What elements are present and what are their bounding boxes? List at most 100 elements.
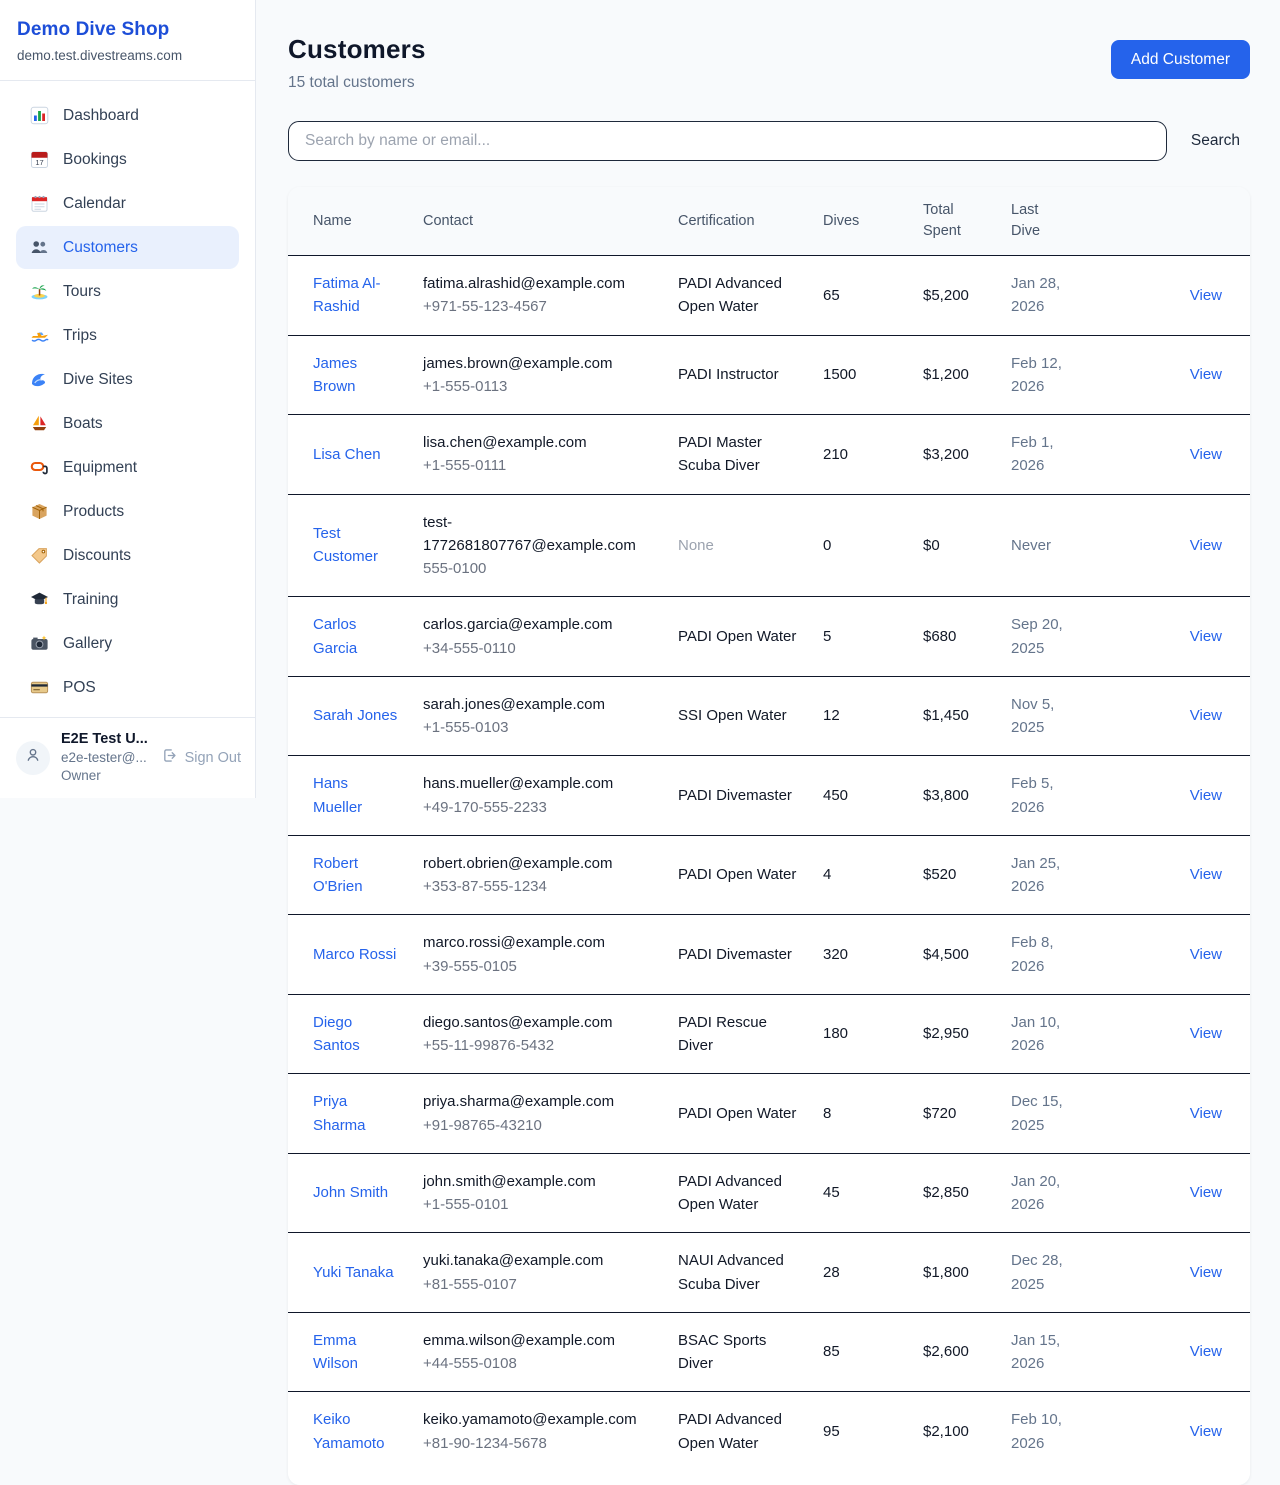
view-link[interactable]: View	[1190, 946, 1222, 963]
customer-total-spent: $1,450	[911, 676, 999, 756]
view-link[interactable]: View	[1190, 1423, 1222, 1440]
customer-certification: PADI Advanced Open Water	[678, 1411, 782, 1451]
customer-name-link[interactable]: John Smith	[313, 1184, 388, 1201]
view-link[interactable]: View	[1190, 1025, 1222, 1042]
customer-certification: PADI Open Water	[678, 1105, 796, 1122]
sidebar-item-products[interactable]: Products	[16, 490, 239, 533]
customer-certification: PADI Rescue Diver	[678, 1014, 767, 1054]
customer-email: priya.sharma@example.com	[423, 1090, 654, 1113]
table-row: Sarah Jones sarah.jones@example.com +1-5…	[288, 676, 1250, 756]
trips-icon	[30, 326, 49, 345]
page-header-text: Customers 15 total customers	[288, 34, 426, 92]
customer-name-link[interactable]: Test Customer	[313, 525, 378, 565]
sign-out-button[interactable]: Sign Out	[161, 747, 241, 768]
customer-last-dive: Feb 12, 2026	[999, 335, 1077, 415]
table-row: Fatima Al-Rashid fatima.alrashid@example…	[288, 256, 1250, 336]
sidebar-item-boats[interactable]: Boats	[16, 402, 239, 445]
column-header-actions	[1077, 187, 1250, 256]
customer-certification: BSAC Sports Diver	[678, 1332, 766, 1372]
customer-name-link[interactable]: Carlos Garcia	[313, 616, 357, 656]
column-header-total-spent: Total Spent	[911, 187, 999, 256]
view-link[interactable]: View	[1190, 537, 1222, 554]
sidebar-item-pos[interactable]: POS	[16, 666, 239, 709]
sign-out-icon	[161, 747, 178, 768]
table-row: John Smith john.smith@example.com +1-555…	[288, 1153, 1250, 1233]
customer-dives: 180	[811, 994, 911, 1074]
avatar	[16, 741, 50, 775]
view-link[interactable]: View	[1190, 1264, 1222, 1281]
customer-phone: +34-555-0110	[423, 637, 654, 660]
view-link[interactable]: View	[1190, 1184, 1222, 1201]
view-link[interactable]: View	[1190, 366, 1222, 383]
add-customer-button[interactable]: Add Customer	[1111, 40, 1250, 79]
customer-name-link[interactable]: James Brown	[313, 355, 357, 395]
customer-name-link[interactable]: Yuki Tanaka	[313, 1264, 394, 1281]
customer-last-dive: Dec 28, 2025	[999, 1233, 1077, 1313]
customer-dives: 320	[811, 915, 911, 995]
table-row: Emma Wilson emma.wilson@example.com +44-…	[288, 1312, 1250, 1392]
customer-name-link[interactable]: Robert O'Brien	[313, 855, 363, 895]
sidebar-item-dive-sites[interactable]: Dive Sites	[16, 358, 239, 401]
customer-name-link[interactable]: Emma Wilson	[313, 1332, 358, 1372]
customer-contact-cell: keiko.yamamoto@example.com +81-90-1234-5…	[411, 1392, 666, 1485]
table-row: Keiko Yamamoto keiko.yamamoto@example.co…	[288, 1392, 1250, 1485]
customer-name-link[interactable]: Lisa Chen	[313, 446, 381, 463]
sidebar-item-equipment[interactable]: Equipment	[16, 446, 239, 489]
shop-domain: demo.test.divestreams.com	[17, 48, 239, 63]
column-header-dives: Dives	[811, 187, 911, 256]
sidebar-item-training[interactable]: Training	[16, 578, 239, 621]
customer-certification: None	[678, 537, 714, 554]
customer-total-spent: $2,100	[911, 1392, 999, 1485]
customer-contact-cell: carlos.garcia@example.com +34-555-0110	[411, 597, 666, 677]
customer-certification: PADI Open Water	[678, 866, 796, 883]
table-row: Priya Sharma priya.sharma@example.com +9…	[288, 1074, 1250, 1154]
customer-name-link[interactable]: Marco Rossi	[313, 946, 396, 963]
customer-phone: +39-555-0105	[423, 955, 654, 978]
sidebar-item-customers[interactable]: Customers	[16, 226, 239, 269]
customer-last-dive: Jan 10, 2026	[999, 994, 1077, 1074]
customer-name-link[interactable]: Fatima Al-Rashid	[313, 275, 381, 315]
customer-dives: 210	[811, 415, 911, 495]
customer-email: keiko.yamamoto@example.com	[423, 1408, 654, 1431]
customer-total-spent: $2,850	[911, 1153, 999, 1233]
sidebar-item-bookings[interactable]: 17 Bookings	[16, 138, 239, 181]
customer-contact-cell: priya.sharma@example.com +91-98765-43210	[411, 1074, 666, 1154]
view-link[interactable]: View	[1190, 866, 1222, 883]
view-link[interactable]: View	[1190, 1343, 1222, 1360]
view-link[interactable]: View	[1190, 446, 1222, 463]
customer-name-link[interactable]: Hans Mueller	[313, 775, 362, 815]
sidebar-item-discounts[interactable]: Discounts	[16, 534, 239, 577]
customer-contact-cell: james.brown@example.com +1-555-0113	[411, 335, 666, 415]
boats-icon	[30, 414, 49, 433]
search-button[interactable]: Search	[1167, 132, 1250, 150]
customers-table: Name Contact Certification Dives Total S…	[288, 187, 1250, 1485]
customer-contact-cell: robert.obrien@example.com +353-87-555-12…	[411, 835, 666, 915]
customer-total-spent: $1,800	[911, 1233, 999, 1313]
view-link[interactable]: View	[1190, 1105, 1222, 1122]
sidebar-item-dashboard[interactable]: Dashboard	[16, 94, 239, 137]
customer-total-spent: $5,200	[911, 256, 999, 336]
customer-name-link[interactable]: Priya Sharma	[313, 1093, 366, 1133]
search-input[interactable]	[288, 121, 1167, 161]
customer-phone: +1-555-0103	[423, 716, 654, 739]
view-link[interactable]: View	[1190, 287, 1222, 304]
sidebar-item-tours[interactable]: Tours	[16, 270, 239, 313]
customer-phone: +81-555-0107	[423, 1273, 654, 1296]
customer-phone: 555-0100	[423, 557, 654, 580]
customer-dives: 8	[811, 1074, 911, 1154]
user-name: E2E Test U...	[61, 731, 150, 747]
brand: Demo Dive Shop demo.test.divestreams.com	[0, 0, 255, 81]
customer-email: robert.obrien@example.com	[423, 852, 654, 875]
view-link[interactable]: View	[1190, 707, 1222, 724]
customer-name-link[interactable]: Diego Santos	[313, 1014, 360, 1054]
page-subtitle: 15 total customers	[288, 74, 426, 92]
view-link[interactable]: View	[1190, 628, 1222, 645]
dive-sites-icon	[30, 370, 49, 389]
customer-certification: PADI Open Water	[678, 628, 796, 645]
customer-name-link[interactable]: Keiko Yamamoto	[313, 1411, 384, 1451]
view-link[interactable]: View	[1190, 787, 1222, 804]
sidebar-item-calendar[interactable]: Calendar	[16, 182, 239, 225]
sidebar-item-gallery[interactable]: Gallery	[16, 622, 239, 665]
sidebar-item-trips[interactable]: Trips	[16, 314, 239, 357]
customer-name-link[interactable]: Sarah Jones	[313, 707, 397, 724]
